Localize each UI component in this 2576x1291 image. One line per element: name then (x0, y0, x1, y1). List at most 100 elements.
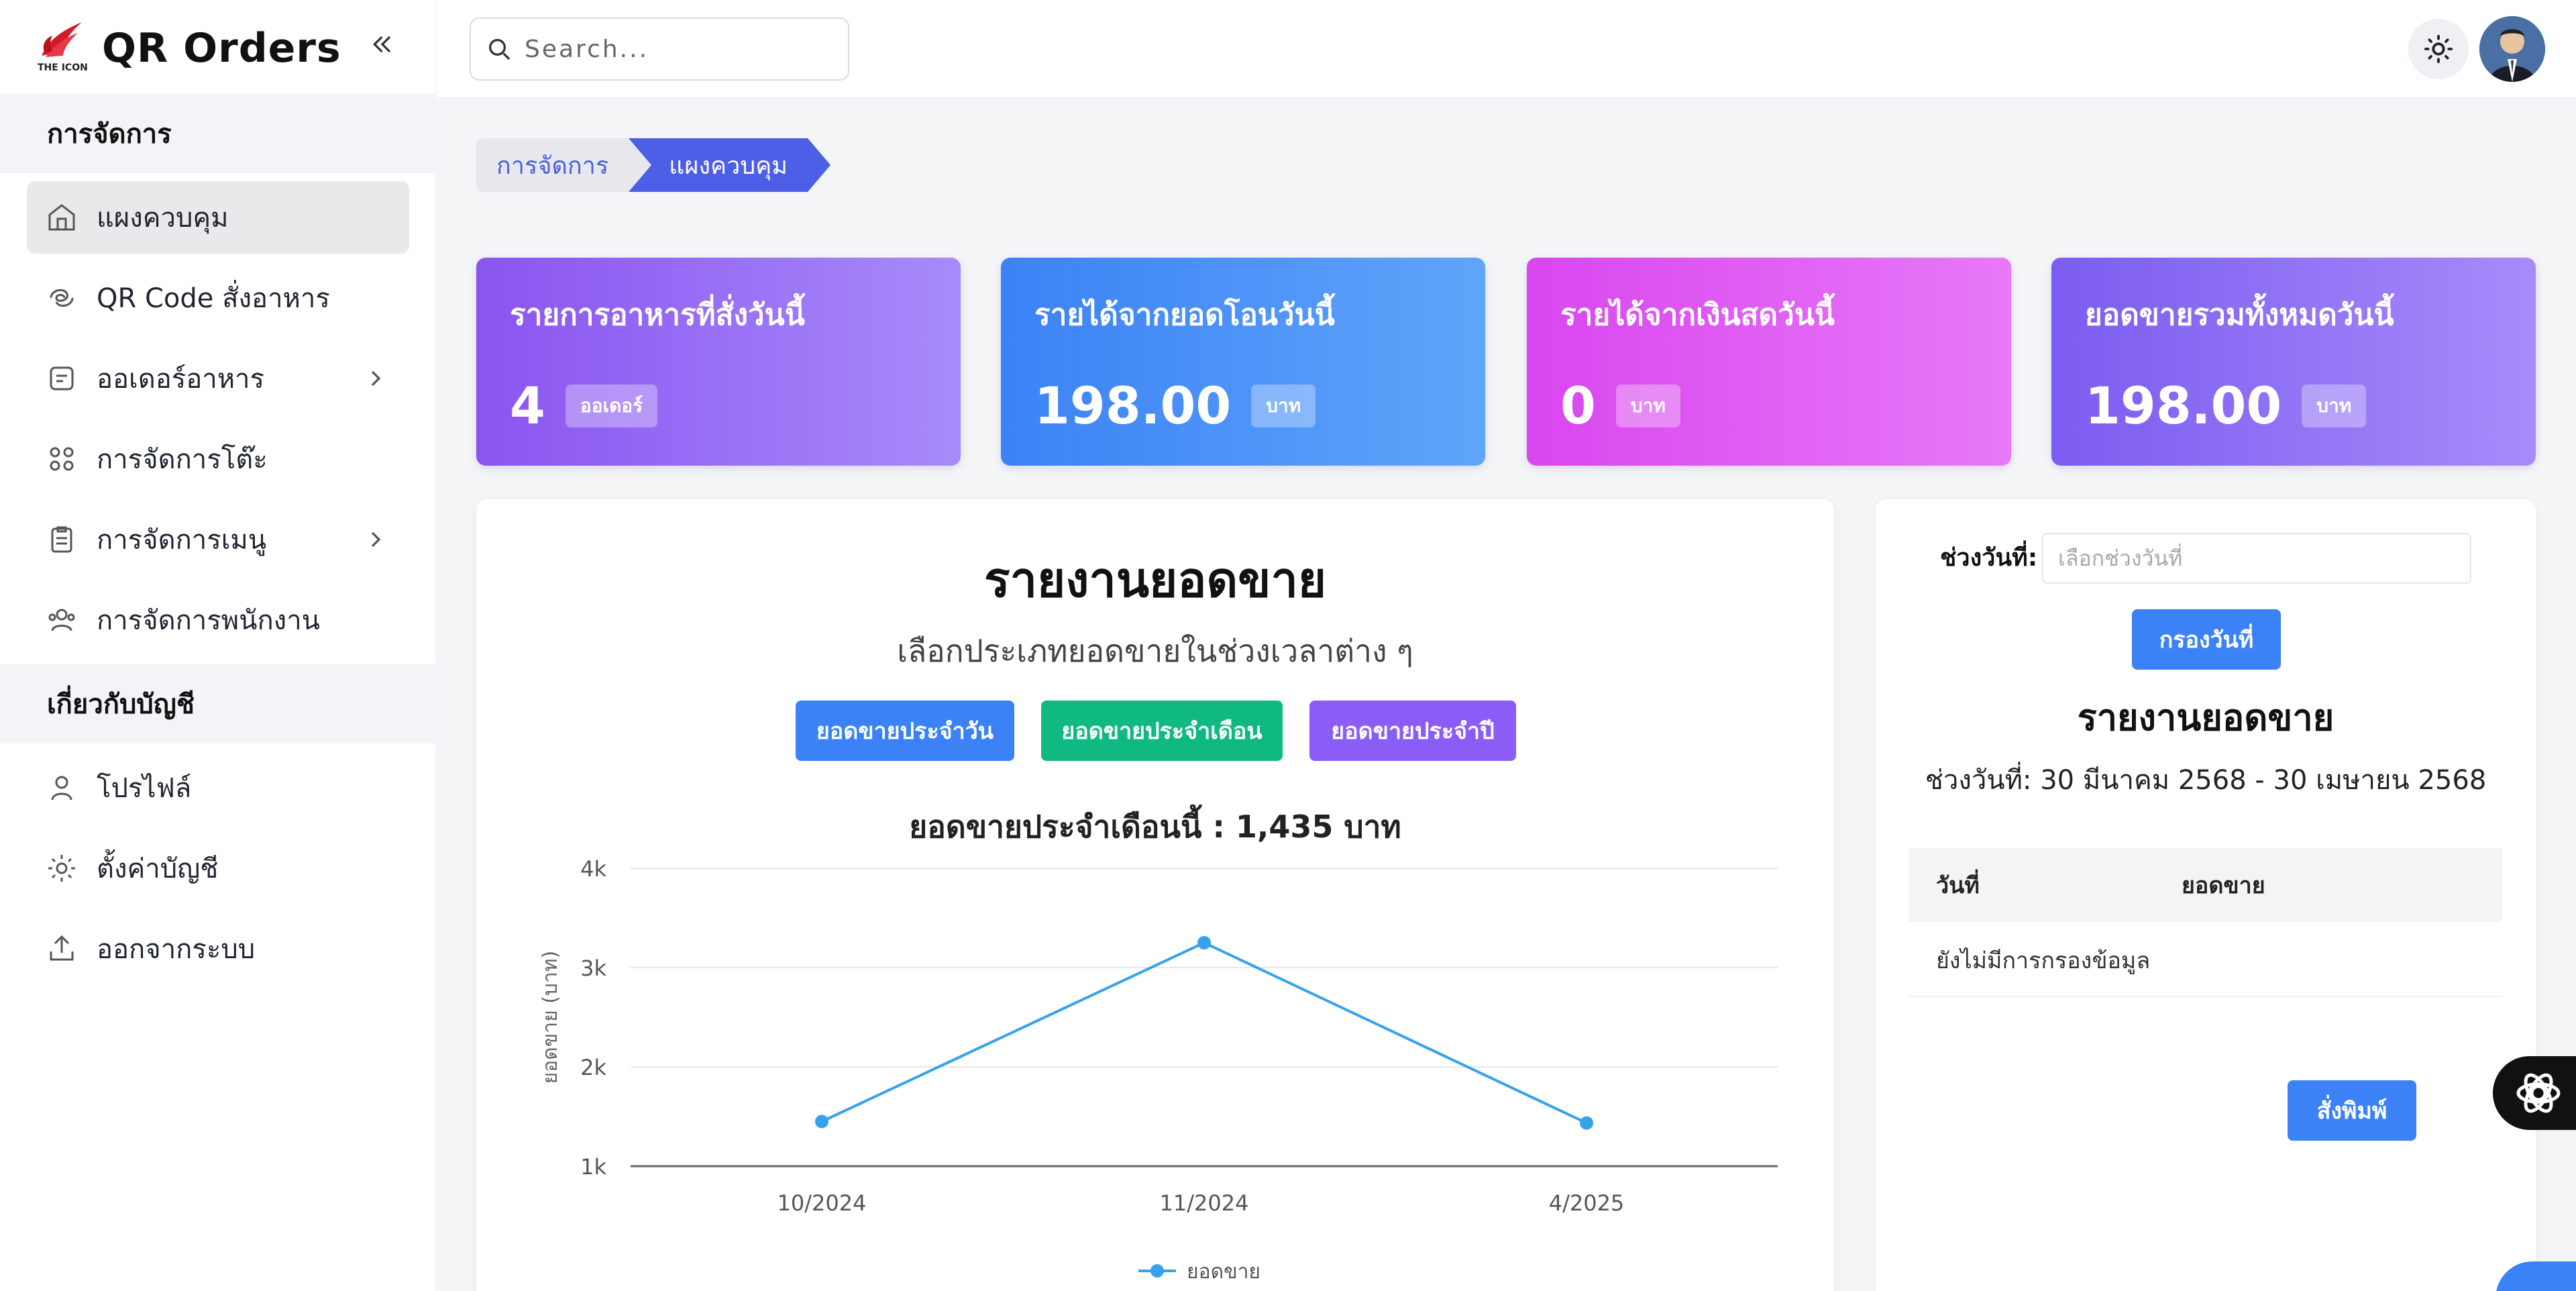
sidebar-item-logout[interactable]: ออกจากระบบ (27, 913, 409, 985)
brand[interactable]: THE ICON QR Orders (35, 16, 341, 81)
clipboard-icon (43, 521, 80, 558)
date-range-label: ช่วงวันที่: (1940, 544, 2038, 572)
search-input[interactable] (525, 35, 820, 63)
grid-icon (43, 440, 80, 478)
column-header-sales: ยอดขาย (2182, 872, 2265, 899)
collapse-sidebar-button[interactable] (362, 24, 402, 64)
filter-report-title: รายงานยอดขาย (2077, 696, 2334, 739)
data-point (1580, 1116, 1593, 1130)
sidebar-item-food-orders[interactable]: ออเดอร์อาหาร (27, 342, 409, 415)
stat-card-orders: รายการอาหารที่สั่งวันนี้ 4 ออเดอร์ (476, 258, 961, 466)
app-title: QR Orders (102, 25, 341, 72)
qr-swirl-icon (43, 279, 80, 317)
sidebar-item-profile[interactable]: โปรไฟล์ (27, 752, 409, 824)
breadcrumb: การจัดการ แผงควบคุม (476, 138, 831, 192)
monthly-sales-button[interactable]: ยอดขายประจำเดือน (1041, 701, 1283, 761)
sidebar-item-label: ออกจากระบบ (97, 934, 256, 965)
legend-label: ยอดขาย (1187, 1260, 1260, 1284)
breadcrumb-parent[interactable]: การจัดการ (476, 138, 629, 192)
double-chevron-left-icon (372, 36, 390, 52)
chevron-right-icon (371, 370, 381, 386)
avatar[interactable] (2479, 16, 2545, 82)
series-line (821, 941, 1587, 1125)
report-subtitle: เลือกประเภทยอดขายในช่วงเวลาต่าง ๆ (897, 633, 1413, 669)
y-tick-label: 4k (580, 856, 606, 882)
stat-value: 198.00 (1034, 376, 1232, 435)
sidebar-section-management: การจัดการ (0, 94, 436, 173)
sidebar: THE ICON QR Orders การจัดการ แผงควบคุม Q… (0, 0, 436, 1291)
legend-swatch-dot (1150, 1264, 1164, 1278)
x-tick-label: 10/2024 (777, 1190, 867, 1216)
stat-title: รายได้จากเงินสดวันนี้ (1560, 298, 1835, 332)
flower-logo-icon (2516, 1073, 2561, 1113)
search-icon (489, 39, 511, 60)
report-type-buttons: ยอดขายประจำวัน ยอดขายประจำเดือน ยอดขายปร… (796, 701, 1516, 761)
x-tick-label: 4/2025 (1549, 1190, 1625, 1216)
print-button[interactable]: สั่งพิมพ์ (2288, 1080, 2416, 1141)
date-range-input[interactable] (2042, 533, 2471, 584)
sidebar-item-label: ออเดอร์อาหาร (97, 364, 264, 395)
empty-state-text: ยังไม่มีการกรองข้อมูล (1936, 947, 2151, 974)
y-tick-label: 3k (580, 956, 606, 981)
sidebar-item-tables[interactable]: การจัดการโต๊ะ (27, 423, 409, 495)
yearly-sales-button[interactable]: ยอดขายประจำปี (1309, 701, 1516, 761)
svg-text:THE ICON: THE ICON (38, 62, 88, 73)
stat-title: ยอดขายรวมทั้งหมดวันนี้ (2085, 298, 2394, 332)
chevron-right-icon (371, 531, 381, 548)
home-icon (43, 199, 80, 236)
sidebar-item-settings[interactable]: ตั้งค่าบัญชี (27, 832, 409, 905)
breadcrumb-current: แผงควบคุม (629, 138, 808, 192)
sidebar-item-staff[interactable]: การจัดการพนักงาน (27, 584, 409, 656)
theme-toggle-button[interactable] (2408, 19, 2469, 79)
stat-title: รายได้จากยอดโอนวันนี้ (1034, 298, 1335, 332)
stat-value: 0 (1560, 376, 1596, 435)
sales-report-panel: รายงานยอดขาย เลือกประเภทยอดขายในช่วงเวลา… (476, 499, 1834, 1291)
stat-title: รายการอาหารที่สั่งวันนี้ (510, 298, 805, 332)
sidebar-item-label: การจัดการโต๊ะ (97, 444, 268, 475)
search-box[interactable] (470, 17, 849, 81)
sidebar-item-label: แผงควบคุม (97, 203, 229, 234)
date-range-text: ช่วงวันที่: 30 มีนาคม 2568 - 30 เมษายน 2… (1925, 765, 2487, 796)
sidebar-item-label: QR Code สั่งอาหาร (97, 283, 330, 314)
y-tick-label: 1k (580, 1154, 606, 1180)
daily-sales-button[interactable]: ยอดขายประจำวัน (796, 701, 1014, 761)
sidebar-item-dashboard[interactable]: แผงควบคุม (27, 181, 409, 254)
logout-icon (43, 930, 80, 968)
x-tick-label: 11/2024 (1160, 1190, 1249, 1216)
stat-card-total: ยอดขายรวมทั้งหมดวันนี้ 198.00 บาท (2051, 258, 2536, 466)
sidebar-section-account: เกี่ยวกับบัญชี (0, 664, 436, 743)
stat-unit-badge: ออเดอร์ (565, 384, 658, 427)
users-icon (43, 601, 80, 639)
brand-logo: THE ICON (35, 18, 89, 79)
user-icon (43, 769, 80, 807)
stat-unit-badge: บาท (1615, 384, 1680, 427)
stat-value: 198.00 (2085, 376, 2282, 435)
gear-icon (43, 849, 80, 887)
stat-unit-badge: บาท (1251, 384, 1316, 427)
stat-card-transfer: รายได้จากยอดโอนวันนี้ 198.00 บาท (1001, 258, 1485, 466)
stat-value: 4 (510, 376, 545, 435)
chart-heading: ยอดขายประจำเดือนนี้ : 1,435 บาท (909, 809, 1401, 845)
sales-line-chart: 1k 2k 3k 4k ยอดขาย (บาท) 10/2024 11/2024 4/2025… (539, 856, 1778, 1284)
filter-date-button[interactable]: กรองวันที่ (2132, 609, 2281, 670)
table-divider (1909, 996, 2502, 997)
order-list-icon (43, 360, 80, 397)
data-point (815, 1115, 828, 1129)
sidebar-item-label: การจัดการพนักงาน (97, 605, 321, 636)
breadcrumb-arrow (808, 138, 831, 192)
y-tick-label: 2k (580, 1055, 606, 1080)
assistant-launcher-button[interactable] (2493, 1056, 2576, 1130)
data-point (1197, 936, 1211, 949)
date-filter-panel: ช่วงวันที่: กรองวันที่ รายงานยอดขาย ช่วง… (1876, 499, 2536, 1291)
y-axis-label: ยอดขาย (บาท) (539, 951, 562, 1084)
column-header-date: วันที่ (1936, 872, 1980, 899)
sidebar-item-qr-code[interactable]: QR Code สั่งอาหาร (27, 262, 409, 334)
sidebar-item-label: ตั้งค่าบัญชี (97, 854, 219, 884)
stat-unit-badge: บาท (2302, 384, 2367, 427)
sidebar-item-label: การจัดการเมนู (97, 525, 267, 556)
sidebar-item-menu[interactable]: การจัดการเมนู (27, 503, 409, 576)
sun-icon (2424, 34, 2453, 64)
report-title: รายงานยอดขาย (983, 552, 1327, 608)
table-header: วันที่ ยอดขาย (1909, 848, 2502, 922)
sidebar-item-label: โปรไฟล์ (97, 773, 192, 804)
